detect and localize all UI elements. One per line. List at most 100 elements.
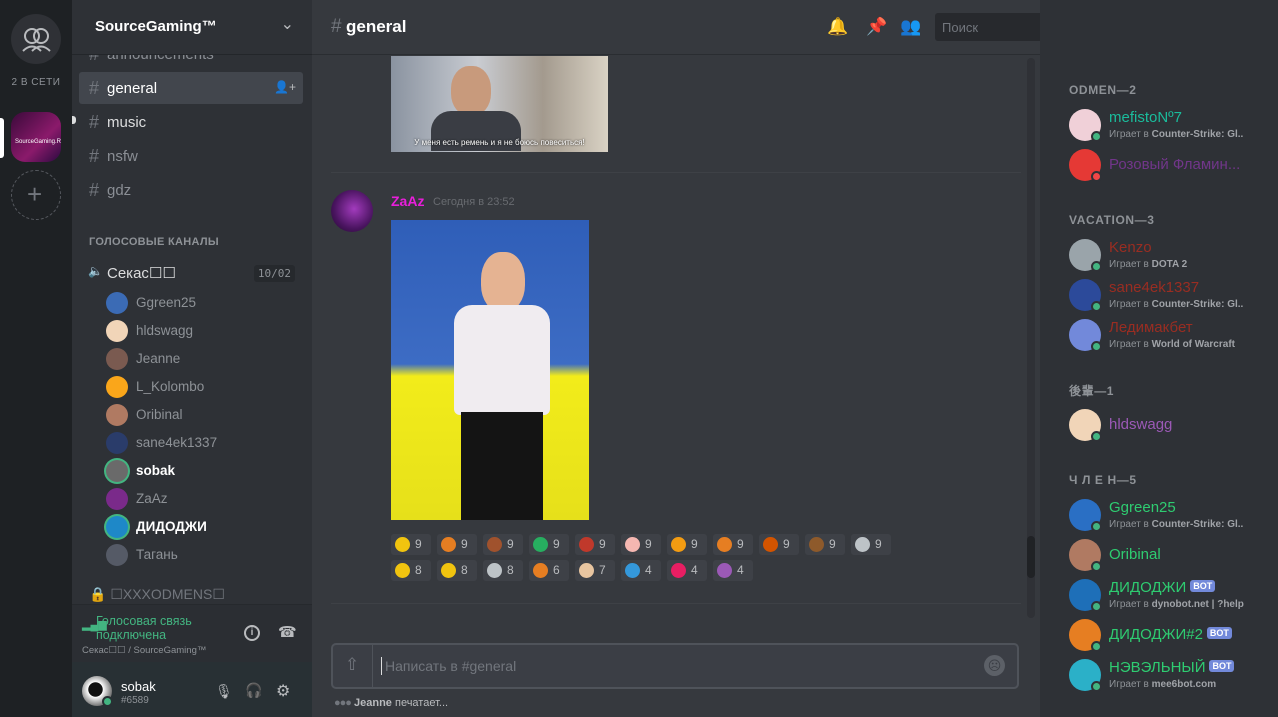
member-item[interactable]: Розовый Фламин... [1069, 147, 1269, 183]
activity-game: dynobot.net | ?help [1151, 599, 1244, 610]
bot-badge: BOT [1190, 580, 1216, 592]
reaction[interactable]: 9 [713, 534, 753, 555]
member-name-text: sane4ek1337 [1109, 279, 1200, 296]
member-activity: Играет в World of Warcraft [1109, 339, 1235, 350]
reaction-count: 9 [553, 537, 560, 551]
message-input[interactable]: Написать в #general [385, 658, 516, 674]
selected-indicator [0, 118, 4, 158]
member-item[interactable]: Ggreen25 Играет в Counter-Strike: Gl... [1069, 497, 1269, 533]
reaction[interactable]: 9 [483, 534, 523, 555]
reaction[interactable]: 8 [483, 560, 523, 581]
voice-user-count: 10/02 [253, 265, 295, 282]
person-figure [454, 305, 550, 415]
message-composer[interactable]: ⇧ Написать в #general ☹ [331, 643, 1019, 689]
reaction[interactable]: 4 [621, 560, 661, 581]
add-server-button[interactable]: + [11, 170, 61, 220]
bell-icon[interactable]: 🔔 [827, 17, 848, 37]
upload-button[interactable]: ⇧ [333, 645, 373, 687]
voice-channel[interactable]: 🔈 Секас☐☐ 10/02 [79, 258, 303, 286]
attached-image[interactable]: У меня есть ремень и я не боюсь повесить… [391, 56, 608, 152]
channel-gdz[interactable]: # gdz [79, 174, 303, 206]
info-icon[interactable]: i [244, 625, 260, 641]
reaction[interactable]: 8 [391, 560, 431, 581]
reaction[interactable]: 4 [713, 560, 753, 581]
attached-image[interactable] [391, 220, 589, 520]
reaction[interactable]: 4 [667, 560, 707, 581]
members-icon[interactable]: 👥 [900, 17, 921, 37]
reaction[interactable]: 9 [759, 534, 799, 555]
channel-general[interactable]: # general 👤+ [79, 72, 303, 104]
search-placeholder: Поиск [942, 20, 979, 35]
headphones-icon[interactable]: 🎧 [245, 682, 262, 699]
reaction-emoji-icon [763, 537, 778, 552]
status-dot [1091, 341, 1102, 352]
reaction-count: 8 [415, 563, 422, 577]
reaction[interactable]: 9 [621, 534, 661, 555]
reaction-emoji-icon [625, 563, 640, 578]
locked-channel[interactable]: 🔒 ☐XXXODMENS☐ [89, 586, 225, 603]
channel-header: # general 🔔 📌 👥 Поиск ⚲ [312, 0, 1079, 55]
reaction[interactable]: 9 [575, 534, 615, 555]
reaction[interactable]: 8 [437, 560, 477, 581]
user-panel: sobak #6589 🎙 🎧 ⚙ [72, 662, 312, 717]
member-name: mefistoNº7 [1109, 109, 1182, 126]
typing-indicator: ●●● Jeanne печатает... [334, 697, 448, 709]
member-item[interactable]: ДИДОДЖИ BOT Играет в dynobot.net | ?help [1069, 577, 1269, 613]
disconnect-icon[interactable]: ☎ [278, 623, 297, 641]
avatar [106, 404, 128, 426]
gear-icon[interactable]: ⚙ [276, 681, 290, 701]
member-item[interactable]: hldswagg [1069, 407, 1269, 443]
reaction-emoji-icon [487, 537, 502, 552]
member-item[interactable]: sane4ek1337 Играет в Counter-Strike: Gl..… [1069, 277, 1269, 313]
member-activity: Играет в Counter-Strike: Gl... [1109, 519, 1244, 530]
channel-nsfw[interactable]: # nsfw [79, 140, 303, 172]
reaction-count: 9 [415, 537, 422, 551]
reaction[interactable]: 9 [437, 534, 477, 555]
server-sourcegaming-icon[interactable]: SourceGaming.Ru [11, 112, 61, 162]
channel-music[interactable]: # music [79, 106, 303, 138]
divider [331, 172, 1021, 173]
speaker-icon: 🔈 [88, 264, 103, 278]
reaction[interactable]: 9 [851, 534, 891, 555]
member-item[interactable]: Oribinal [1069, 537, 1269, 573]
reaction-emoji-icon [395, 563, 410, 578]
reaction-emoji-icon [487, 563, 502, 578]
reaction[interactable]: 6 [529, 560, 569, 581]
member-name-text: Розовый Фламин... [1109, 156, 1241, 173]
reaction[interactable]: 9 [805, 534, 845, 555]
member-name-text: ДИДОДЖИ [1109, 579, 1187, 596]
avatar[interactable] [331, 190, 373, 232]
message-author[interactable]: ZaAz [391, 193, 424, 209]
scrollbar-thumb[interactable] [1027, 536, 1035, 578]
friends-home-button[interactable] [11, 14, 61, 64]
scrollbar[interactable] [1027, 58, 1035, 618]
status-dot [1091, 641, 1102, 652]
voice-user-name: L_Kolombo [136, 379, 205, 394]
member-item[interactable]: Ледимакбет Играет в World of Warcraft [1069, 317, 1269, 353]
voice-category-header[interactable]: ГОЛОСОВЫЕ КАНАЛЫ [89, 236, 219, 248]
voice-user-name: ДИДОДЖИ [136, 519, 207, 534]
member-name-text: mefistoNº7 [1109, 109, 1183, 126]
emoji-picker-icon[interactable]: ☹ [984, 655, 1005, 676]
channel-sidebar: SourceGaming™ ⌄ #announcements #general … [72, 0, 312, 717]
pin-icon[interactable]: 📌 [866, 17, 887, 37]
reaction[interactable]: 9 [529, 534, 569, 555]
voice-user-name: sobak [136, 463, 176, 478]
member-item[interactable]: Kenzo Играет в DOTA 2 [1069, 237, 1269, 273]
member-list: ODMEN—2 VACATION—3 後輩—1 Ч Л Е Н—5 mefist… [1040, 0, 1278, 717]
member-item[interactable]: mefistoNº7 Играет в Counter-Strike: Gl... [1069, 107, 1269, 143]
image-caption: У меня есть ремень и я не боюсь повесить… [414, 138, 585, 147]
member-item[interactable]: ДИДОДЖИ#2 BOT [1069, 617, 1269, 653]
server-header[interactable]: SourceGaming™ ⌄ [72, 0, 312, 55]
reaction[interactable]: 7 [575, 560, 615, 581]
guild-list: 2 В СЕТИ SourceGaming.Ru + [0, 0, 72, 717]
microphone-icon[interactable]: 🎙 [215, 683, 233, 700]
friends-icon [22, 28, 51, 52]
reaction[interactable]: 9 [391, 534, 431, 555]
voice-user-name: Ggreen25 [136, 295, 197, 310]
reaction-count: 4 [691, 563, 698, 577]
member-item[interactable]: НЭВЭЛЬНЫЙ BOT Играет в mee6bot.com [1069, 657, 1269, 693]
reaction-count: 4 [645, 563, 652, 577]
reaction[interactable]: 9 [667, 534, 707, 555]
invite-icon[interactable]: 👤+ [274, 80, 296, 94]
